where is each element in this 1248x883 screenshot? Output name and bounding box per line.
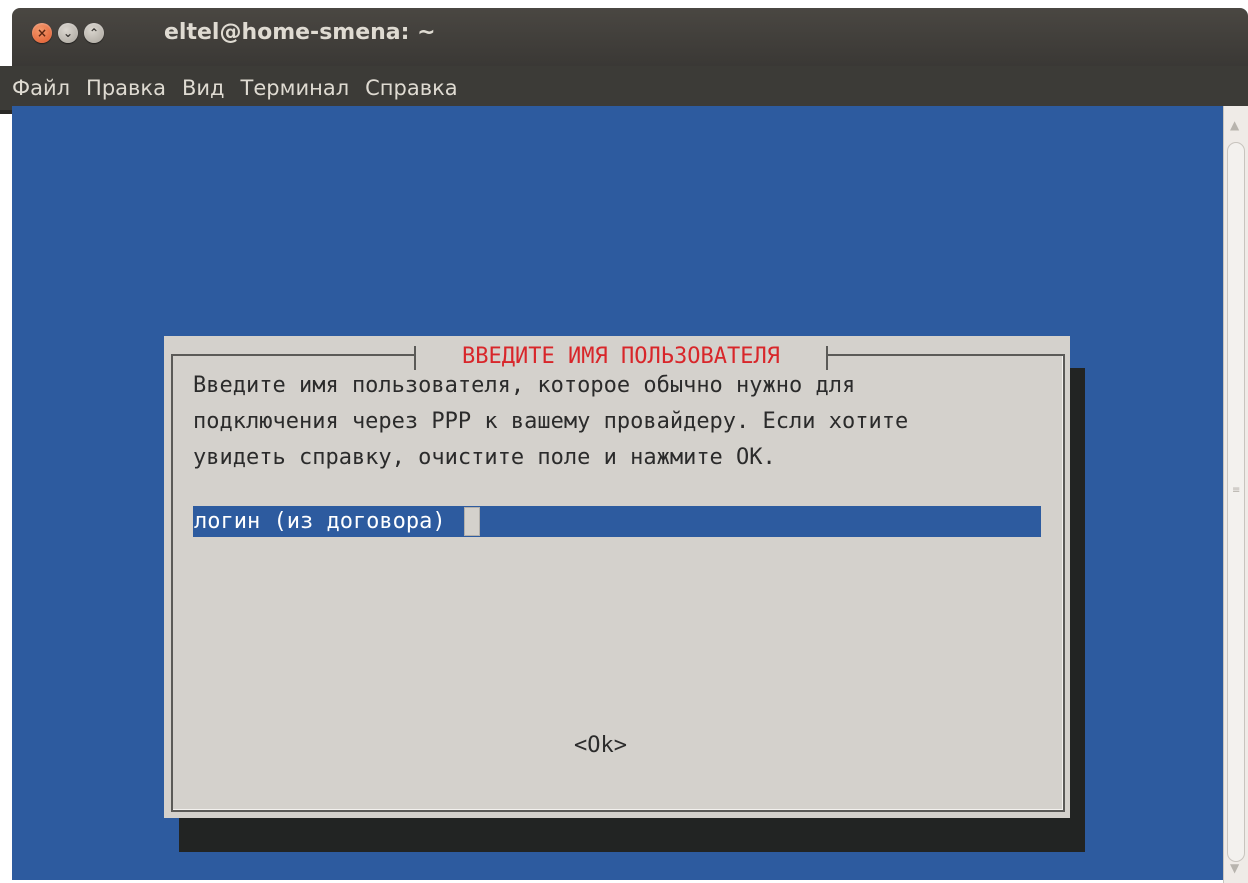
vertical-scrollbar[interactable]: ▲ ≡ ▼ [1223,106,1248,883]
text-cursor [464,507,480,536]
menu-terminal[interactable]: Терминал [233,66,358,110]
menu-help[interactable]: Справка [357,66,466,110]
ok-button[interactable]: <Ok> [572,730,629,762]
menu-view[interactable]: Вид [174,66,233,110]
scroll-down-arrow-icon[interactable]: ▼ [1230,861,1239,875]
menu-edit[interactable]: Правка [78,66,174,110]
menu-bar: Файл Правка Вид Терминал Справка [0,66,1248,110]
username-dialog: ВВЕДИТЕ ИМЯ ПОЛЬЗОВАТЕЛЯ Введите имя пол… [164,336,1070,818]
username-input[interactable]: логин (из договора) [193,506,1041,537]
minimize-window-button[interactable]: ⌄ [58,23,78,43]
title-bar[interactable]: × ⌄ ⌃ eltel@home-smena: ~ [12,8,1248,66]
grip-icon: ≡ [1232,485,1241,496]
maximize-icon: ⌃ [88,26,100,40]
menu-file[interactable]: Файл [4,66,78,110]
scroll-up-arrow-icon[interactable]: ▲ [1230,118,1239,132]
minimize-icon: ⌄ [62,26,74,40]
close-icon: × [36,26,48,40]
dialog-message: Введите имя пользователя, которое обычно… [193,368,1053,476]
scroll-thumb[interactable]: ≡ [1227,142,1245,862]
close-window-button[interactable]: × [32,23,52,43]
dialog-message-line: подключения через PPP к вашему провайдер… [193,409,909,434]
dialog-message-line: Введите имя пользователя, которое обычно… [193,373,856,398]
window-title: eltel@home-smena: ~ [164,20,436,45]
username-input-value: логин (из договора) [194,509,446,534]
terminal-window: × ⌄ ⌃ eltel@home-smena: ~ Файл Правка Ви… [0,8,1248,883]
maximize-window-button[interactable]: ⌃ [84,23,104,43]
terminal-area[interactable]: ВВЕДИТЕ ИМЯ ПОЛЬЗОВАТЕЛЯ Введите имя пол… [12,106,1223,880]
dialog-message-line: увидеть справку, очистите поле и нажмите… [193,445,776,470]
